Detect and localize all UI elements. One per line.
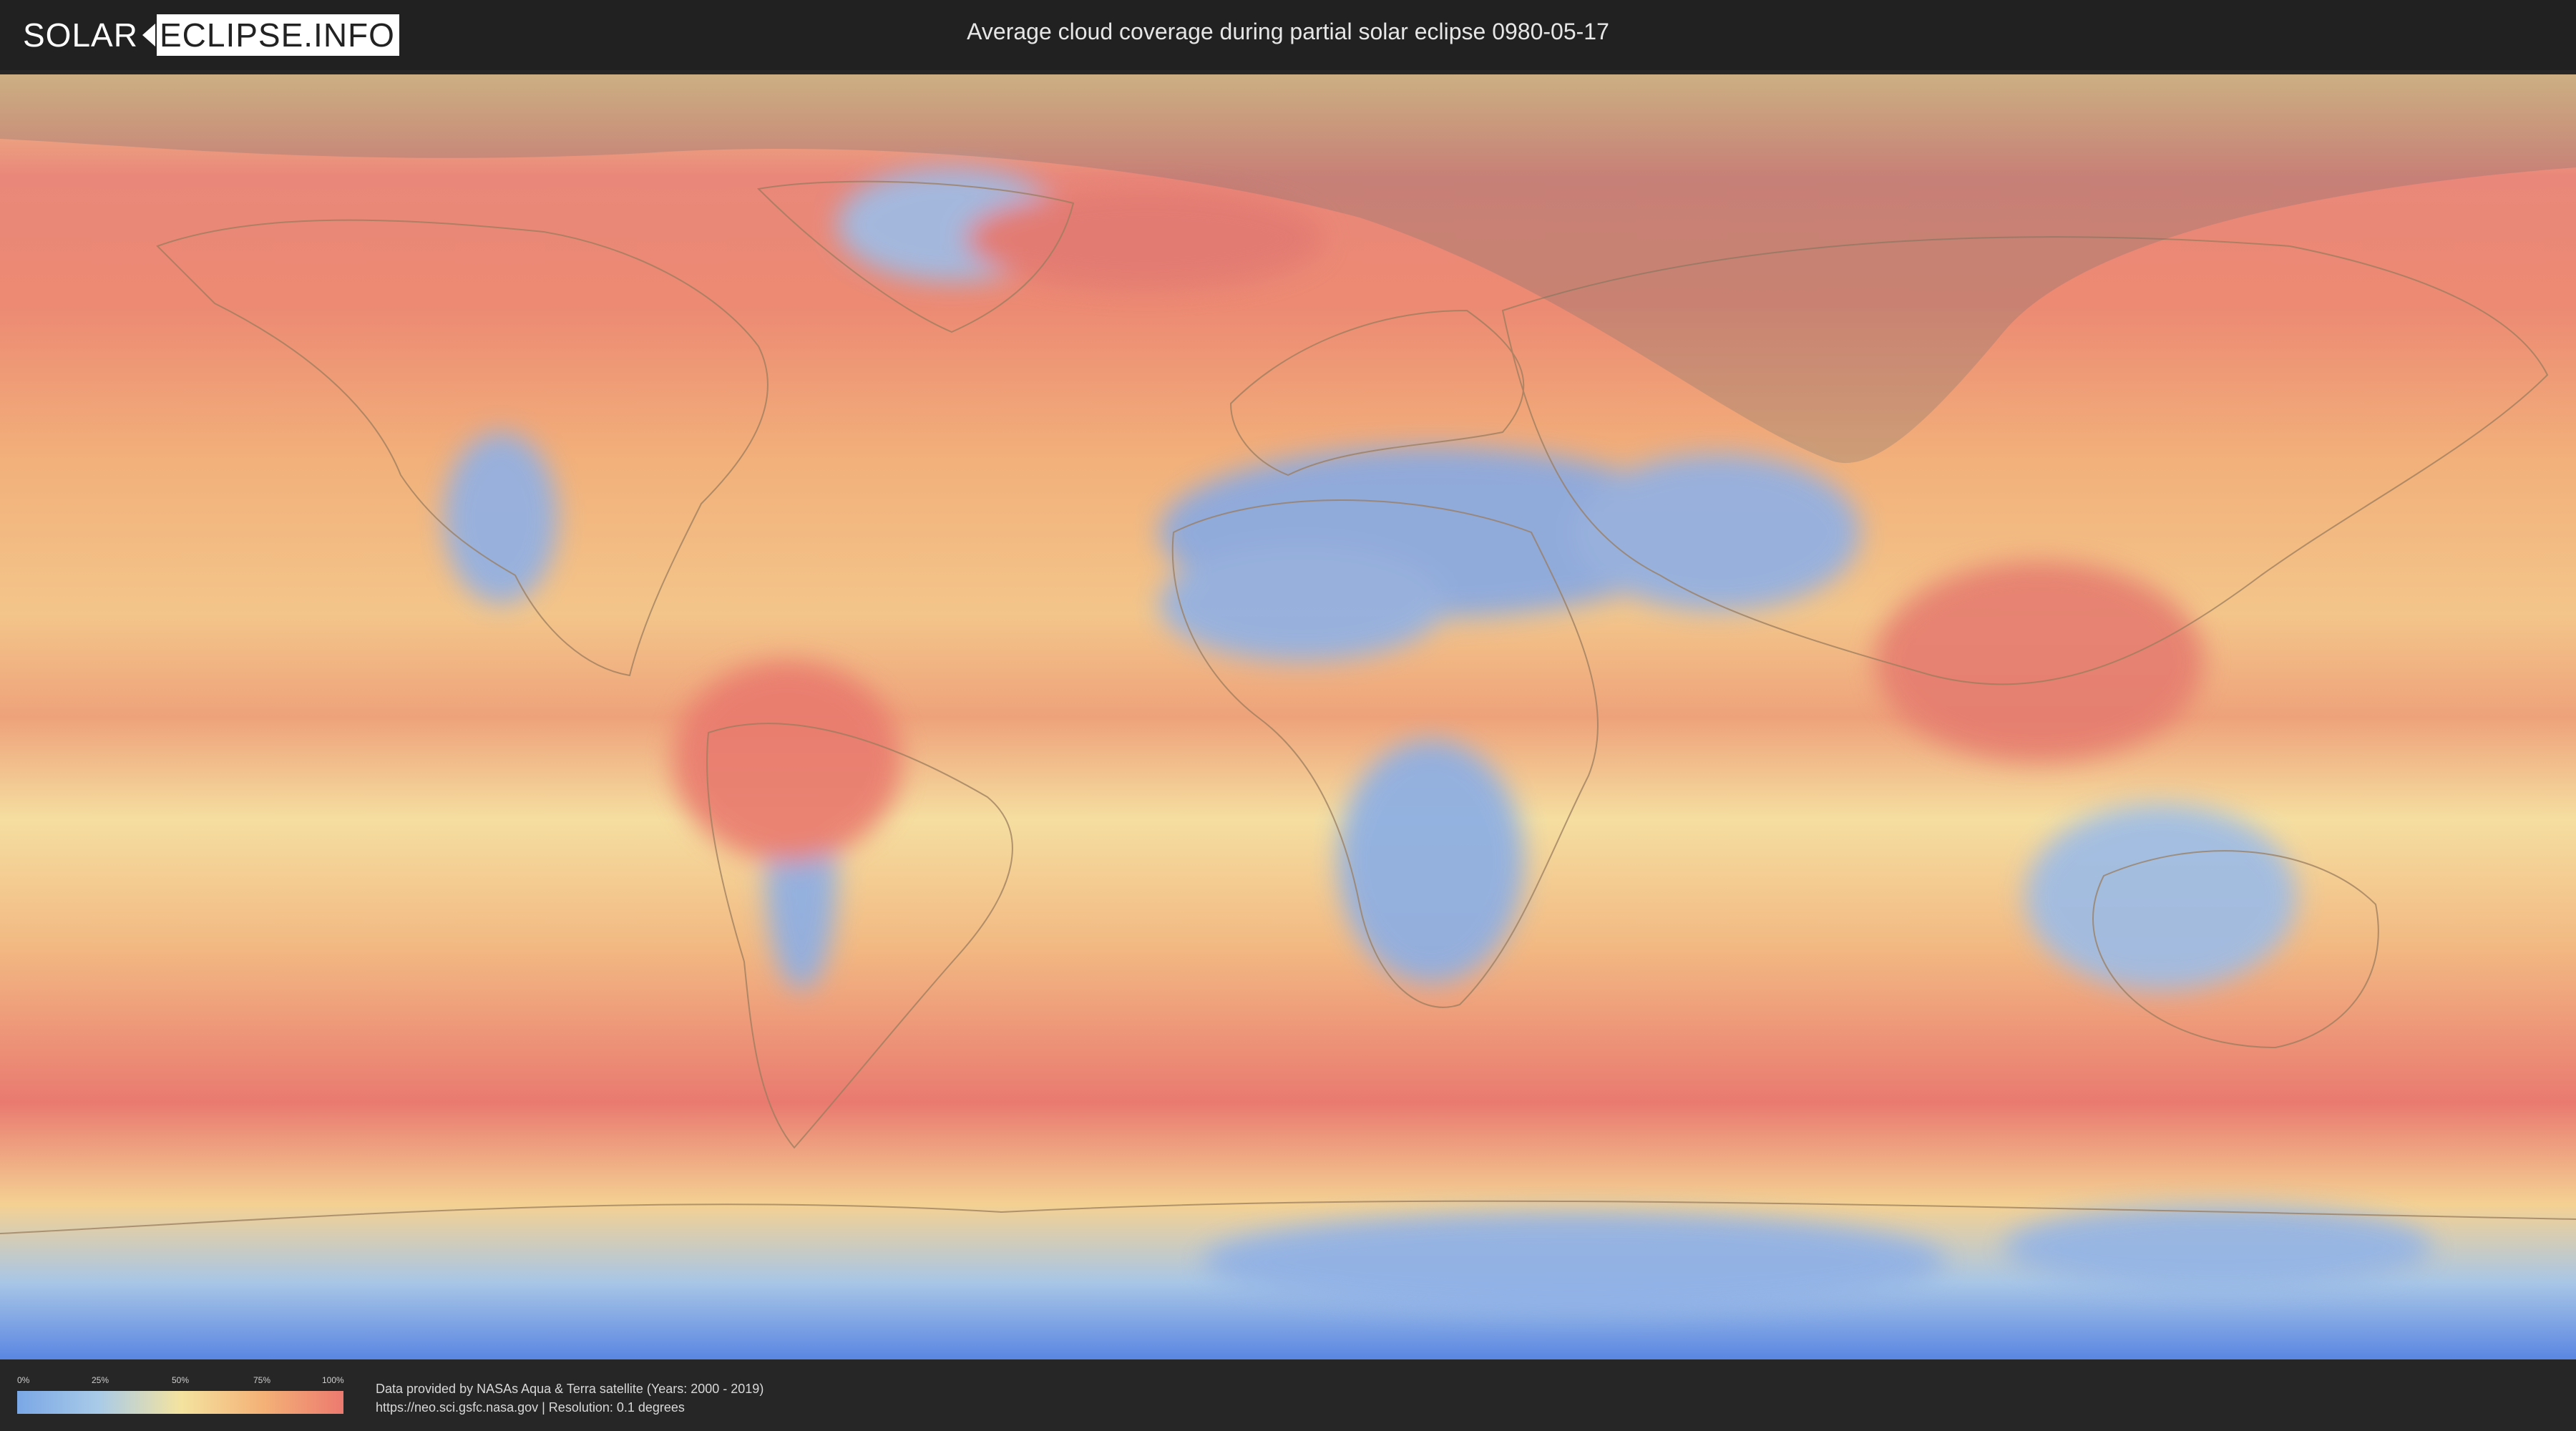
cloud-coverage-legend: 0% 25% 50% 75% 100% — [17, 1375, 344, 1414]
legend-color-bar — [17, 1391, 343, 1414]
header-bar: SOLAR ECLIPSE.INFO Average cloud coverag… — [0, 0, 2576, 70]
credits-line-2[interactable]: https://neo.sci.gsfc.nasa.gov | Resoluti… — [376, 1398, 763, 1417]
cloud-coverage-map[interactable] — [0, 74, 2576, 1359]
legend-tick-75: 75% — [253, 1375, 271, 1385]
data-credits: Data provided by NASAs Aqua & Terra sate… — [376, 1379, 763, 1417]
legend-tick-0: 0% — [17, 1375, 30, 1385]
page-title: Average cloud coverage during partial so… — [967, 19, 1609, 44]
legend-tick-25: 25% — [92, 1375, 109, 1385]
legend-tick-100: 100% — [322, 1375, 344, 1385]
legend-tick-50: 50% — [172, 1375, 190, 1385]
credits-line-1: Data provided by NASAs Aqua & Terra sate… — [376, 1382, 764, 1396]
world-map-icon — [0, 74, 2576, 1359]
